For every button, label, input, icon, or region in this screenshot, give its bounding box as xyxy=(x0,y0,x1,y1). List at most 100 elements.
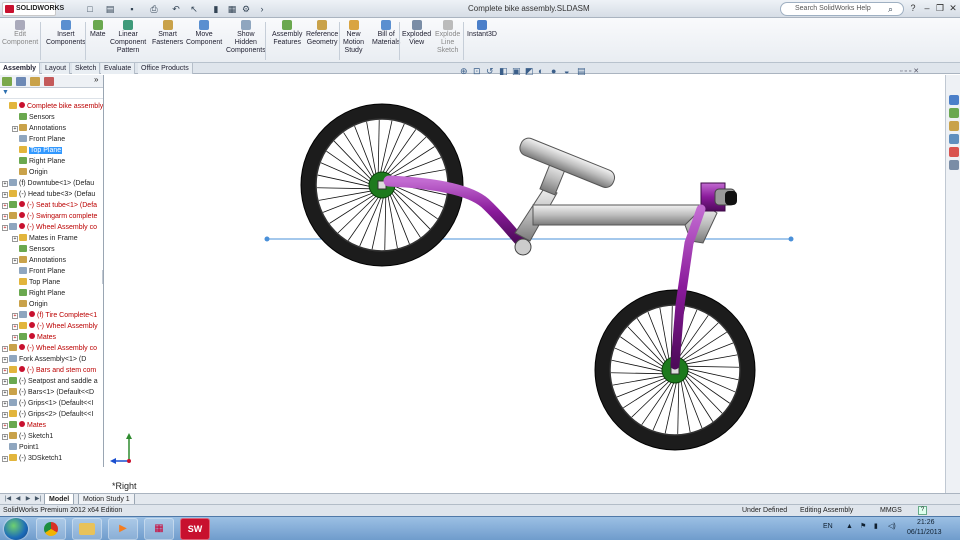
resources-icon[interactable] xyxy=(949,95,959,105)
expand-toggle-icon[interactable]: + xyxy=(2,214,8,220)
view-settings-icon[interactable]: ▤ xyxy=(577,66,586,77)
tree-item[interactable]: Complete bike assembly xyxy=(2,101,103,112)
expand-toggle-icon[interactable]: + xyxy=(2,401,8,407)
tree-item[interactable]: + (-) Wheel Assembly co xyxy=(2,222,97,233)
tree-item[interactable]: + Mates xyxy=(12,332,56,343)
tree-item[interactable]: + Mates xyxy=(2,420,46,431)
explorer-folder-icon[interactable] xyxy=(72,518,102,540)
motion-study-button[interactable]: New Motion Study xyxy=(343,20,364,55)
expand-toggle-icon[interactable]: + xyxy=(2,225,8,231)
expand-toggle-icon[interactable]: + xyxy=(12,258,18,264)
tab-prev-icon[interactable]: ◀ xyxy=(14,496,22,503)
previous-view-icon[interactable]: ↺ xyxy=(486,66,494,77)
display-style-icon[interactable]: ◩ xyxy=(525,66,534,77)
tree-item[interactable]: + Annotations xyxy=(12,255,66,266)
close-icon[interactable]: ✕ xyxy=(948,3,958,13)
chevron-right-icon[interactable]: » xyxy=(94,75,98,84)
assembly-features-button[interactable]: Assembly Features xyxy=(272,20,302,47)
sketch-endpoint[interactable] xyxy=(788,236,794,242)
file-explorer-icon[interactable] xyxy=(949,121,959,131)
smart-fasteners-button[interactable]: Smart Fasteners xyxy=(152,20,183,47)
design-library-icon[interactable] xyxy=(949,108,959,118)
filter-icon[interactable]: ▼ xyxy=(2,89,9,96)
clock-time[interactable]: 21:26 xyxy=(917,519,935,526)
view-palette-icon[interactable] xyxy=(949,134,959,144)
tree-item[interactable]: + Mates in Frame xyxy=(12,233,78,244)
tab-assembly[interactable]: Assembly xyxy=(0,63,41,74)
print-icon[interactable]: ⎙ xyxy=(148,3,160,15)
file-properties-icon[interactable]: ▦ xyxy=(226,3,238,15)
zoom-to-fit-icon[interactable]: ⊕ xyxy=(460,66,468,77)
tree-item[interactable]: + (f) Downtube<1> (Defau xyxy=(2,178,94,189)
zoom-area-icon[interactable]: ⊡ xyxy=(473,66,481,77)
panel-resize-handle[interactable] xyxy=(102,270,103,284)
edit-appearance-icon[interactable]: ● xyxy=(551,66,556,76)
tree-item[interactable]: Right Plane xyxy=(12,288,65,299)
expand-toggle-icon[interactable]: + xyxy=(2,434,8,440)
tree-item[interactable]: + (f) Tire Complete<1 xyxy=(12,310,97,321)
tree-item[interactable]: + (-) Wheel Assembly xyxy=(12,321,98,332)
reference-geometry-button[interactable]: Reference Geometry xyxy=(306,20,338,47)
tree-item[interactable]: + (-) Bars<1> (Default<<D xyxy=(2,387,94,398)
tree-item[interactable]: + (-) Bars and stem com xyxy=(2,365,96,376)
help-icon[interactable]: ? xyxy=(918,506,927,515)
show-hidden-button[interactable]: Show Hidden Components xyxy=(226,20,266,55)
config-tab-icon[interactable] xyxy=(30,77,40,86)
instant3d-button[interactable]: Instant3D xyxy=(467,20,497,39)
minimize-icon[interactable]: – xyxy=(922,3,932,13)
move-component-button[interactable]: Move Component xyxy=(186,20,222,47)
tab-sketch[interactable]: Sketch xyxy=(72,63,101,74)
tree-item[interactable]: Top Plane xyxy=(12,145,63,156)
new-document-icon[interactable]: □ xyxy=(84,3,96,15)
grip[interactable] xyxy=(725,191,737,205)
tab-last-icon[interactable]: ▶| xyxy=(34,496,42,503)
exploded-view-button[interactable]: Exploded View xyxy=(402,20,431,47)
explode-line-button[interactable]: Explode Line Sketch xyxy=(435,20,460,55)
search-icon[interactable]: ⌕ xyxy=(888,3,893,15)
tree-item[interactable]: + (-) Head tube<3> (Defau xyxy=(2,189,95,200)
tab-first-icon[interactable]: |◀ xyxy=(4,496,12,503)
expand-toggle-icon[interactable]: + xyxy=(12,236,18,242)
open-icon[interactable]: ▤ xyxy=(104,3,116,15)
options-icon[interactable]: ⚙ xyxy=(240,3,252,15)
expand-toggle-icon[interactable]: + xyxy=(2,368,8,374)
flag-icon[interactable]: ⚑ xyxy=(860,522,866,530)
linear-pattern-button[interactable]: Linear Component Pattern xyxy=(110,20,146,55)
section-view-icon[interactable]: ◧ xyxy=(499,66,508,77)
rebuild-icon[interactable]: ▮ xyxy=(210,3,222,15)
restore-icon[interactable]: ❐ xyxy=(935,3,945,13)
expand-toggle-icon[interactable]: + xyxy=(2,181,8,187)
expand-toggle-icon[interactable]: + xyxy=(2,412,8,418)
view-orientation-icon[interactable]: ▣ xyxy=(512,66,521,77)
expand-toggle-icon[interactable]: + xyxy=(2,192,8,198)
tree-item[interactable]: + (-) Sketch1 xyxy=(2,431,53,442)
help-icon[interactable]: ? xyxy=(908,3,918,13)
tree-item[interactable]: + (-) Grips<1> (Default<<I xyxy=(2,398,93,409)
tree-item[interactable]: Top Plane xyxy=(12,277,60,288)
clock-date[interactable]: 06/11/2013 xyxy=(907,529,942,536)
tab-next-icon[interactable]: ▶ xyxy=(24,496,32,503)
edit-component-button[interactable]: Edit Component xyxy=(2,20,38,47)
tab-evaluate[interactable]: Evaluate xyxy=(101,63,136,74)
solidworks-icon[interactable]: SW xyxy=(180,518,210,540)
tree-item[interactable]: Right Plane xyxy=(12,156,65,167)
bom-button[interactable]: Bill of Materials xyxy=(372,20,400,47)
swingarm-pivot[interactable] xyxy=(514,238,532,256)
tree-item[interactable]: + (-) 3DSketch1 xyxy=(2,453,62,464)
signal-icon[interactable]: ▮ xyxy=(874,522,878,530)
feature-tree-tab-icon[interactable] xyxy=(2,77,12,86)
appearances-icon[interactable] xyxy=(949,147,959,157)
media-player-icon[interactable]: ▶ xyxy=(108,518,138,540)
expand-toggle-icon[interactable]: + xyxy=(12,335,18,341)
down-tube[interactable] xyxy=(532,204,706,226)
tree-item[interactable]: + (-) Grips<2> (Default<<I xyxy=(2,409,93,420)
tree-item[interactable]: + (-) Seat tube<1> (Defa xyxy=(2,200,97,211)
viewport-window-controls[interactable]: ▫ ▫ ▫ ✕ xyxy=(900,67,919,75)
units-selector[interactable]: MMGS xyxy=(880,505,902,516)
tree-item[interactable]: + Fork Assembly<1> (D xyxy=(2,354,86,365)
sketch-endpoint[interactable] xyxy=(264,236,270,242)
expand-toggle-icon[interactable]: + xyxy=(2,379,8,385)
custom-properties-icon[interactable] xyxy=(949,160,959,170)
expand-toggle-icon[interactable]: + xyxy=(2,390,8,396)
solidworks-logo[interactable]: SOLIDWORKS xyxy=(2,2,64,16)
